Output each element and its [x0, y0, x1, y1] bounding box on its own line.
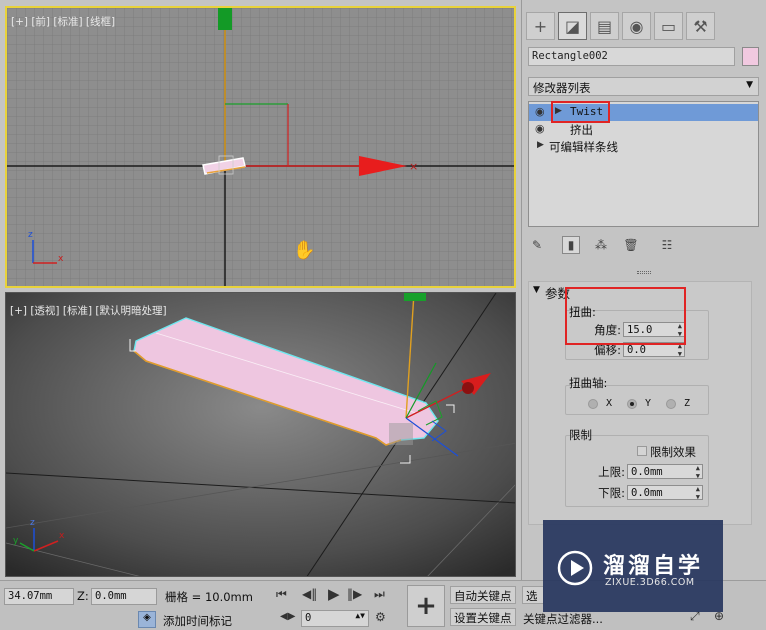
- eye-icon[interactable]: ◉: [535, 122, 545, 135]
- grid-size-label: 栅格 = 10.0mm: [165, 590, 253, 604]
- display-tab[interactable]: ▭: [654, 12, 683, 40]
- axis-z-label: Z: [684, 398, 691, 409]
- stack-item-label: 可编辑样条线: [549, 140, 618, 154]
- previous-frame-icon[interactable]: ◀‖: [302, 587, 317, 601]
- stack-toolbar: ✎ ▮ ⁂ 🗑 ☷: [528, 234, 759, 256]
- play-icon[interactable]: ▶: [328, 585, 340, 603]
- modifier-list-label: 修改器列表: [533, 81, 591, 95]
- twist-axis-group-title: 扭曲轴:: [569, 376, 608, 390]
- upper-limit-value: 0.0mm: [631, 466, 663, 478]
- front-axis-x-label: x: [58, 254, 64, 264]
- motion-tab[interactable]: ◉: [622, 12, 651, 40]
- modifier-stack: ◉ ▶ Twist ◉ 挤出 ▶ 可编辑样条线: [528, 101, 759, 227]
- key-filters-button[interactable]: 关键点过滤器...: [523, 611, 603, 627]
- selected-dropdown[interactable]: 选: [522, 586, 544, 604]
- modify-icon: ◪: [564, 16, 581, 36]
- panel-splitter[interactable]: [637, 271, 651, 274]
- axis-x-label: X: [606, 398, 613, 409]
- persp-axis-x-label: x: [59, 531, 65, 541]
- wrench-icon: ⚒: [693, 16, 708, 36]
- upper-limit-spinner[interactable]: 0.0mm ▲ ▼: [627, 464, 703, 480]
- time-tag-icon[interactable]: ◈: [138, 611, 156, 628]
- axis-x-radio[interactable]: [588, 399, 598, 409]
- x-coordinate-field[interactable]: 34.07mm: [4, 588, 74, 605]
- front-viewport-canvas: × ✋: [7, 8, 514, 286]
- expand-triangle-icon[interactable]: ▶: [537, 140, 544, 150]
- lower-limit-label: 下限:: [598, 486, 625, 500]
- perspective-viewport-label[interactable]: [+] [透视] [标准] [默认明暗处理]: [10, 303, 167, 318]
- auto-key-button[interactable]: 自动关键点: [450, 586, 516, 604]
- highlight-box-twist: [551, 101, 610, 123]
- spinner-arrows-icon[interactable]: ▲▼: [355, 611, 365, 620]
- current-frame-value: 0: [305, 612, 312, 624]
- collapse-icon[interactable]: ▼: [533, 285, 540, 295]
- go-to-start-icon[interactable]: ⏮: [276, 587, 287, 602]
- modify-tab[interactable]: ◪: [558, 12, 587, 40]
- object-name-field[interactable]: Rectangle002: [528, 47, 735, 66]
- hierarchy-icon: ▤: [596, 16, 613, 36]
- go-to-end-icon[interactable]: ⏭: [374, 587, 385, 602]
- z-coordinate-field[interactable]: 0.0mm: [91, 588, 157, 605]
- persp-axis-z-label: z: [30, 518, 35, 528]
- lower-limit-spinner[interactable]: 0.0mm ▲ ▼: [627, 485, 703, 501]
- modifier-list-dropdown[interactable]: 修改器列表 ▼: [528, 77, 759, 96]
- trash-icon[interactable]: 🗑: [622, 236, 640, 254]
- spinner-arrows-icon[interactable]: ▲▼: [696, 485, 700, 501]
- motion-icon: ◉: [629, 16, 644, 36]
- persp-axis-y-label: y: [13, 536, 19, 546]
- perspective-viewport[interactable]: [+] [透视] [标准] [默认明暗处理] z x y: [5, 292, 516, 577]
- limit-effect-checkbox[interactable]: [637, 446, 647, 456]
- add-time-tag-button[interactable]: 添加时间标记: [163, 613, 232, 629]
- hierarchy-tab[interactable]: ▤: [590, 12, 619, 40]
- command-panel-tabs: + ◪ ▤ ◉ ▭ ⚒: [526, 12, 762, 42]
- time-config-icon[interactable]: ⚙: [375, 610, 386, 624]
- show-end-result-icon[interactable]: ▮: [562, 236, 580, 254]
- stack-item-extrude[interactable]: ◉ 挤出: [529, 121, 758, 138]
- watermark-brand: 溜溜自学: [603, 554, 704, 579]
- front-viewport-label[interactable]: [+] [前] [标准] [线框]: [11, 14, 115, 29]
- create-tab[interactable]: +: [526, 12, 555, 40]
- command-panel: + ◪ ▤ ◉ ▭ ⚒ Rectangle002 修改器列表 ▼ ◉ ▶ Twi…: [521, 0, 766, 580]
- make-unique-icon[interactable]: ⁂: [592, 236, 610, 254]
- parameters-rollout: ▼ 参数 扭曲: 角度: 15.0 ▲ ▼ 偏移: 0.0 ▲ ▼ 扭曲轴: X Y…: [528, 281, 752, 525]
- upper-limit-label: 上限:: [598, 465, 625, 479]
- perspective-viewport-canvas: [6, 293, 515, 576]
- object-color-swatch[interactable]: [742, 47, 759, 66]
- next-frame-icon[interactable]: ‖▶: [347, 587, 362, 601]
- pin-stack-icon[interactable]: ✎: [528, 236, 546, 254]
- play-logo-icon: [557, 550, 593, 586]
- limit-effect-label: 限制效果: [650, 445, 696, 459]
- set-key-button[interactable]: 设置关键点: [450, 608, 516, 626]
- watermark-logo: 溜溜自学 ZIXUE.3D66.COM: [543, 520, 723, 612]
- limits-group-title: 限制: [569, 428, 592, 442]
- z-label: Z:: [77, 589, 89, 603]
- chevron-down-icon: ▼: [746, 80, 753, 90]
- front-viewport[interactable]: × ✋ [+] [前] [标准] [线框] z x: [5, 6, 516, 288]
- axis-z-radio[interactable]: [666, 399, 676, 409]
- stack-item-label: 挤出: [570, 123, 593, 137]
- eye-icon[interactable]: ◉: [535, 105, 545, 118]
- configure-sets-icon[interactable]: ☷: [658, 236, 676, 254]
- highlight-box-angle: [565, 287, 686, 345]
- lower-limit-value: 0.0mm: [631, 487, 663, 499]
- key-plus-icon: +: [415, 591, 437, 621]
- plus-icon: +: [533, 16, 548, 36]
- axis-y-label: Y: [645, 398, 652, 409]
- axis-y-radio[interactable]: [627, 399, 637, 409]
- hand-cursor-icon: ✋: [293, 239, 315, 261]
- utilities-tab[interactable]: ⚒: [686, 12, 715, 40]
- current-frame-field[interactable]: 0 ▲▼: [301, 610, 369, 627]
- svg-text:×: ×: [409, 160, 418, 173]
- spinner-arrows-icon[interactable]: ▲▼: [696, 464, 700, 480]
- watermark-url: ZIXUE.3D66.COM: [605, 577, 695, 588]
- bias-value: 0.0: [627, 344, 646, 356]
- key-mode-icon[interactable]: ◀▶: [280, 611, 295, 622]
- front-axis-z-label: z: [28, 230, 33, 240]
- display-icon: ▭: [660, 16, 677, 36]
- set-key-big-button[interactable]: +: [407, 585, 445, 627]
- stack-item-editable-spline[interactable]: ▶ 可编辑样条线: [529, 138, 758, 155]
